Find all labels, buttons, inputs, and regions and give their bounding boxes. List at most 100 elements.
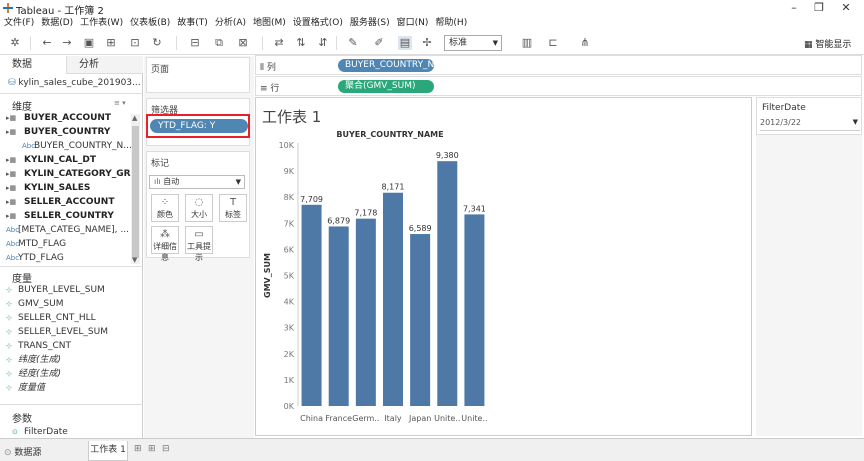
y-tick-label: 10K [279, 141, 295, 150]
save-icon[interactable]: ▣ [82, 36, 96, 50]
show-labels-icon[interactable]: ▤ [398, 36, 412, 50]
menu-dashboard[interactable]: 仪表板(B) [130, 16, 170, 30]
close-icon[interactable]: ✕ [836, 1, 856, 15]
measure-field[interactable]: ⊹ BUYER_LEVEL_SUM [6, 283, 132, 297]
menu-help[interactable]: 帮助(H) [435, 16, 467, 30]
bar[interactable] [437, 161, 458, 406]
detail-button[interactable]: ⁂ 详细信息 [151, 226, 179, 262]
measure-field[interactable]: ⊹ 经度(生成) [6, 367, 132, 381]
bar[interactable] [328, 226, 349, 406]
label-button[interactable]: T 标签 [219, 194, 247, 222]
chart-title: BUYER_COUNTRY_NAME [336, 130, 443, 139]
field-label: BUYER_COUNTRY [24, 127, 111, 137]
chevron-down-icon: ▼ [492, 39, 498, 47]
bar[interactable] [410, 234, 431, 406]
dimension-field[interactable]: AbcBUYER_COUNTRY_N... [22, 139, 148, 153]
measure-field[interactable]: ⊹ TRANS_CNT [6, 339, 132, 353]
new-story-icon[interactable]: ⊟ [162, 444, 170, 454]
columns-shelf[interactable]: ⦀ 列 BUYER_COUNTRY_N.. [255, 55, 862, 75]
datasource-item[interactable]: ⛁ kylin_sales_cube_201903... [8, 78, 144, 88]
toolbar-divider [30, 36, 31, 50]
title-bar: Tableau - 工作簿 2 – ❐ ✕ [0, 0, 864, 17]
new-dashboard-icon[interactable]: ⊞ [148, 444, 156, 454]
toolbar-divider [336, 36, 337, 50]
sort-descending-icon[interactable]: ⇵ [316, 36, 330, 50]
bar-chart[interactable]: BUYER_COUNTRY_NAME GMV_SUM 0K 1K 2K 3K 4K 5K 6K 7… [262, 125, 752, 430]
smart-show-button[interactable]: ▦ 智能显示 [804, 37, 851, 50]
scrollbar-thumb[interactable] [132, 126, 139, 258]
fix-axes-icon[interactable]: ✢ [420, 36, 434, 50]
datasource-tab[interactable]: ⊙ 数据源 [4, 445, 41, 458]
dimension-field[interactable]: ▸▦ BUYER_ACCOUNT [6, 111, 132, 125]
dimension-field[interactable]: ▸▦ KYLIN_CAL_DT [6, 153, 132, 167]
forward-icon[interactable]: → [60, 36, 74, 50]
menu-bar: 文件(F) 数据(D) 工作表(W) 仪表板(B) 故事(T) 分析(A) 地图(M) 设置格… [0, 16, 864, 30]
tab-data[interactable]: 数据 [0, 56, 66, 74]
maximize-icon[interactable]: ❐ [809, 1, 829, 15]
menu-server[interactable]: 服务器(S) [350, 16, 390, 30]
new-sheet-icon[interactable]: ⊟ [188, 36, 202, 50]
highlight-icon[interactable]: ✎ [346, 36, 360, 50]
size-icon: ◌ [194, 197, 204, 208]
dimension-icon: Abc [22, 142, 36, 150]
dimensions-menu-icon[interactable]: ≡ ▾ [114, 99, 126, 107]
columns-pill[interactable]: BUYER_COUNTRY_N.. [338, 59, 440, 72]
sort-ascending-icon[interactable]: ⇅ [294, 36, 308, 50]
clear-sheet-icon[interactable]: ⊠ [236, 36, 250, 50]
tab-analysis[interactable]: 分析 [66, 56, 143, 74]
menu-window[interactable]: 窗口(N) [397, 16, 429, 30]
new-datasource-icon[interactable]: ⊞ [104, 36, 118, 50]
tableau-home-icon[interactable]: ✲ [8, 36, 22, 50]
parameter-filterdate[interactable]: ⊙ FilterDate [12, 425, 138, 439]
menu-analysis[interactable]: 分析(A) [215, 16, 246, 30]
scroll-up-icon[interactable]: ▲ [132, 114, 137, 122]
presentation-icon[interactable]: ⊏ [546, 36, 560, 50]
duplicate-sheet-icon[interactable]: ⧉ [212, 36, 226, 50]
back-icon[interactable]: ← [40, 36, 54, 50]
dimension-field[interactable]: ▸▦ BUYER_COUNTRY [6, 125, 132, 139]
pages-card[interactable]: 页面 [146, 57, 250, 93]
menu-file[interactable]: 文件(F) [4, 16, 34, 30]
refresh-icon[interactable]: ↻ [150, 36, 164, 50]
measure-field[interactable]: ⊹ 度量值 [6, 381, 132, 395]
menu-format[interactable]: 设置格式(O) [293, 16, 343, 30]
menu-map[interactable]: 地图(M) [253, 16, 286, 30]
rows-pill[interactable]: 聚合(GMV_SUM) [338, 80, 434, 93]
show-cards-icon[interactable]: ▥ [520, 36, 534, 50]
mark-type-select[interactable]: ılı 自动 ▼ [149, 175, 245, 189]
menu-worksheet[interactable]: 工作表(W) [80, 16, 123, 30]
measure-field[interactable]: ⊹ 纬度(生成) [6, 353, 132, 367]
size-button[interactable]: ◌ 大小 [185, 194, 213, 222]
tab-sheet1[interactable]: 工作表 1 [88, 441, 128, 461]
share-icon[interactable]: ⋔ [578, 36, 592, 50]
scroll-down-icon[interactable]: ▼ [132, 256, 137, 264]
bar[interactable] [464, 214, 485, 406]
bar[interactable] [355, 218, 376, 406]
menu-data[interactable]: 数据(D) [41, 16, 73, 30]
dimension-field[interactable]: ▸▦ SELLER_COUNTRY [6, 209, 132, 223]
color-button[interactable]: ⁘ 颜色 [151, 194, 179, 222]
view-size-select[interactable]: 标准 ▼ [444, 35, 502, 51]
x-tick-label: China [300, 414, 323, 423]
swap-icon[interactable]: ⇄ [272, 36, 286, 50]
bar[interactable] [301, 204, 322, 406]
minimize-icon[interactable]: – [784, 1, 804, 15]
measure-icon: ⊹ [6, 300, 12, 308]
measure-field[interactable]: ⊹ GMV_SUM [6, 297, 132, 311]
dimension-field[interactable]: AbcYTD_FLAG [6, 251, 132, 265]
group-icon[interactable]: ✐ [372, 36, 386, 50]
dimension-field[interactable]: ▸▦ SELLER_ACCOUNT [6, 195, 132, 209]
dimension-field[interactable]: ▸▦ KYLIN_CATEGORY_GR... [6, 167, 132, 181]
tooltip-button[interactable]: ▭ 工具提示 [185, 226, 213, 262]
bar[interactable] [383, 192, 403, 406]
new-worksheet-icon[interactable]: ⊞ [134, 444, 142, 454]
measure-field[interactable]: ⊹ SELLER_LEVEL_SUM [6, 325, 132, 339]
filterdate-select[interactable]: 2012/3/22 ▼ [760, 118, 860, 131]
menu-story[interactable]: 故事(T) [177, 16, 208, 30]
pause-update-icon[interactable]: ⊡ [128, 36, 142, 50]
dimension-field[interactable]: ▸▦ KYLIN_SALES [6, 181, 132, 195]
rows-shelf[interactable]: ≡ 行 聚合(GMV_SUM) [255, 76, 862, 96]
dimension-field[interactable]: AbcMTD_FLAG [6, 237, 132, 251]
measure-field[interactable]: ⊹ SELLER_CNT_HLL [6, 311, 132, 325]
dimension-field[interactable]: Abc[META_CATEG_NAME], ... [6, 223, 132, 237]
